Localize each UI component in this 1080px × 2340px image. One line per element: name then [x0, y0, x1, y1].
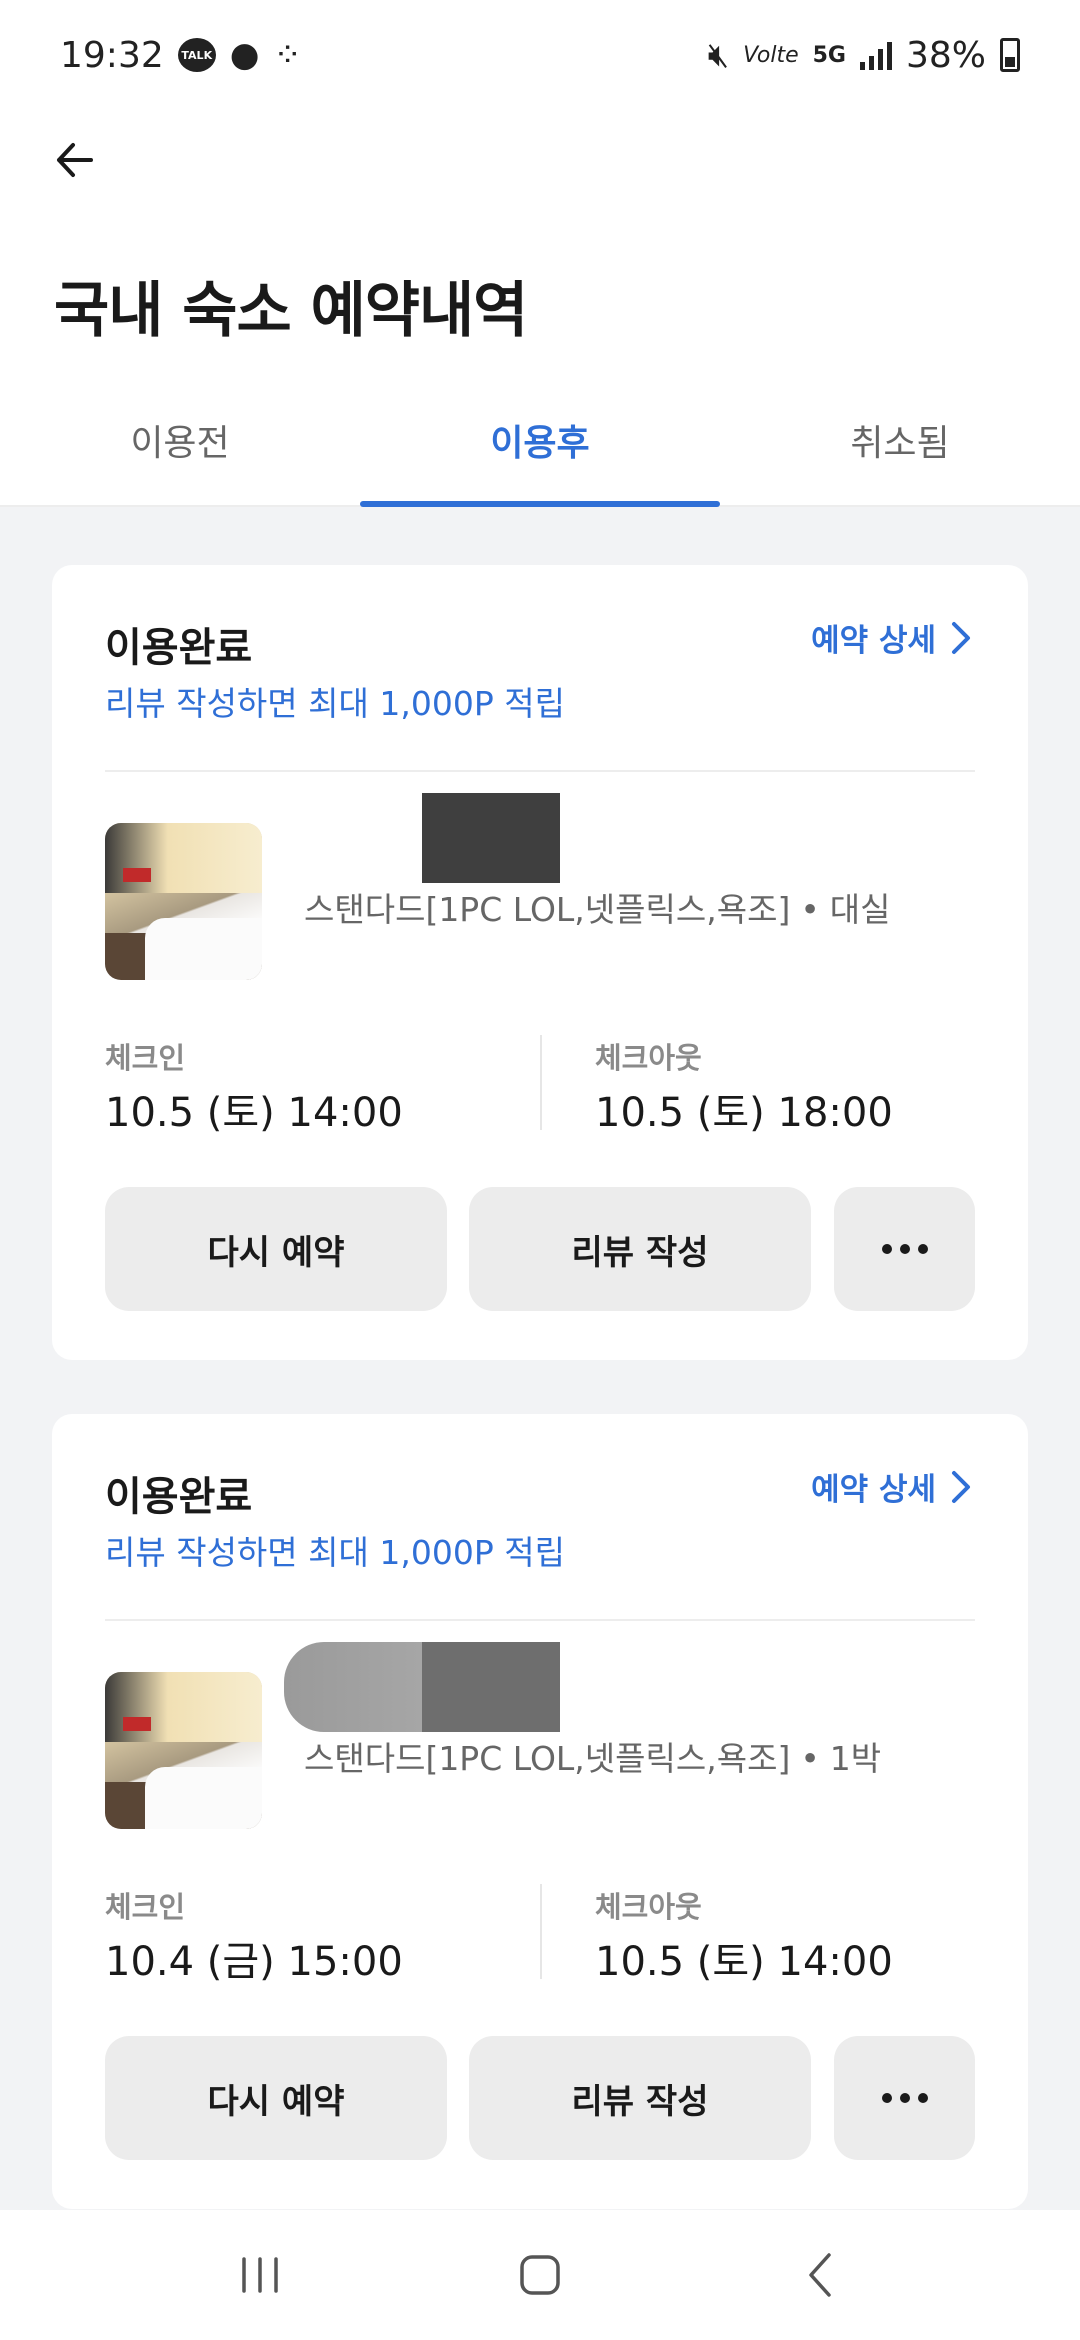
room-info: 스탠다드[1PC LOL,넷플릭스,욕조] • 대실 — [304, 890, 891, 929]
recent-apps-icon — [242, 2257, 278, 2293]
checkin-value: 10.5 (토) 14:00 — [105, 1090, 403, 1136]
status-bar: 19:32 TALK ● ⁘ 🔇︎ Volte 5G 38% — [0, 0, 1080, 110]
redacted-hotel-name — [284, 1642, 560, 1732]
write-review-button[interactable]: 리뷰 작성 — [469, 2036, 811, 2160]
review-reward-text: 리뷰 작성하면 최대 1,000P 적립 — [105, 684, 565, 723]
download-icon: ⁘ — [273, 35, 302, 75]
checkout-label: 체크아웃 — [595, 1041, 702, 1075]
rebook-button[interactable]: 다시 예약 — [105, 2036, 447, 2160]
system-nav-bar — [0, 2210, 1080, 2340]
tab-before-use[interactable]: 이용전 — [0, 395, 360, 505]
more-options-button[interactable] — [834, 2036, 975, 2160]
volte-icon: Volte — [743, 42, 799, 68]
rebook-button[interactable]: 다시 예약 — [105, 1187, 447, 1311]
room-info: 스탠다드[1PC LOL,넷플릭스,욕조] • 1박 — [304, 1739, 882, 1778]
recent-apps-button[interactable] — [210, 2235, 310, 2315]
room-thumbnail[interactable] — [105, 1672, 262, 1829]
divider — [105, 1619, 975, 1621]
network-type-icon: 5G — [812, 42, 846, 68]
stay-type: 대실 — [829, 890, 891, 929]
review-reward-text: 리뷰 작성하면 최대 1,000P 적립 — [105, 1533, 565, 1572]
booking-detail-label: 예약 상세 — [811, 623, 936, 659]
vertical-divider — [540, 1884, 542, 1979]
arrow-left-icon — [57, 143, 93, 177]
divider — [105, 770, 975, 772]
room-type: 스탠다드[1PC LOL,넷플릭스,욕조] — [304, 890, 791, 929]
mute-icon: 🔇︎ — [707, 35, 730, 75]
booking-list: 이용완료 리뷰 작성하면 최대 1,000P 적립 예약 상세 스탠다드[1PC… — [0, 507, 1080, 2210]
stay-type: 1박 — [829, 1739, 882, 1778]
chevron-left-icon — [809, 2253, 831, 2297]
room-thumbnail[interactable] — [105, 823, 262, 980]
checkin-label: 체크인 — [105, 1890, 186, 1924]
tab-after-use[interactable]: 이용후 — [360, 395, 720, 507]
battery-icon — [1000, 38, 1020, 72]
booking-status: 이용완료 — [105, 1474, 253, 1520]
tab-bar: 이용전 이용후 취소됨 — [0, 395, 1080, 507]
chat-bubble-icon: ● — [229, 35, 260, 75]
booking-status: 이용완료 — [105, 625, 253, 671]
checkout-label: 체크아웃 — [595, 1890, 702, 1924]
booking-detail-link[interactable]: 예약 상세 — [811, 615, 972, 660]
write-review-button[interactable]: 리뷰 작성 — [469, 1187, 811, 1311]
redacted-hotel-name — [422, 793, 560, 883]
vertical-divider — [540, 1035, 542, 1130]
home-button[interactable] — [490, 2235, 590, 2315]
booking-detail-label: 예약 상세 — [811, 1472, 936, 1508]
status-time: 19:32 — [60, 34, 164, 76]
chevron-right-icon — [952, 1470, 970, 1503]
back-button[interactable] — [40, 125, 110, 195]
booking-card: 이용완료 리뷰 작성하면 최대 1,000P 적립 예약 상세 스탠다드[1PC… — [52, 1414, 1028, 2209]
kakaotalk-icon: TALK — [177, 38, 216, 72]
status-left: 19:32 TALK ● ⁘ — [60, 35, 302, 76]
checkin-label: 체크인 — [105, 1041, 186, 1075]
page-title: 국내 숙소 예약내역 — [54, 276, 528, 346]
status-right: 🔇︎ Volte 5G 38% — [708, 35, 1020, 76]
tab-cancelled[interactable]: 취소됨 — [720, 395, 1080, 505]
signal-icon — [859, 40, 892, 70]
checkout-value: 10.5 (토) 14:00 — [595, 1939, 893, 1985]
more-icon — [881, 2093, 928, 2103]
more-icon — [881, 1244, 928, 1254]
chevron-right-icon — [952, 621, 970, 654]
booking-detail-link[interactable]: 예약 상세 — [811, 1464, 972, 1509]
more-options-button[interactable] — [834, 1187, 975, 1311]
home-icon — [520, 2255, 560, 2295]
checkin-value: 10.4 (금) 15:00 — [105, 1939, 403, 1985]
battery-percentage: 38% — [905, 34, 986, 76]
system-back-button[interactable] — [770, 2235, 870, 2315]
checkout-value: 10.5 (토) 18:00 — [595, 1090, 893, 1136]
booking-card: 이용완료 리뷰 작성하면 최대 1,000P 적립 예약 상세 스탠다드[1PC… — [52, 565, 1028, 1360]
room-type: 스탠다드[1PC LOL,넷플릭스,욕조] — [304, 1739, 791, 1778]
